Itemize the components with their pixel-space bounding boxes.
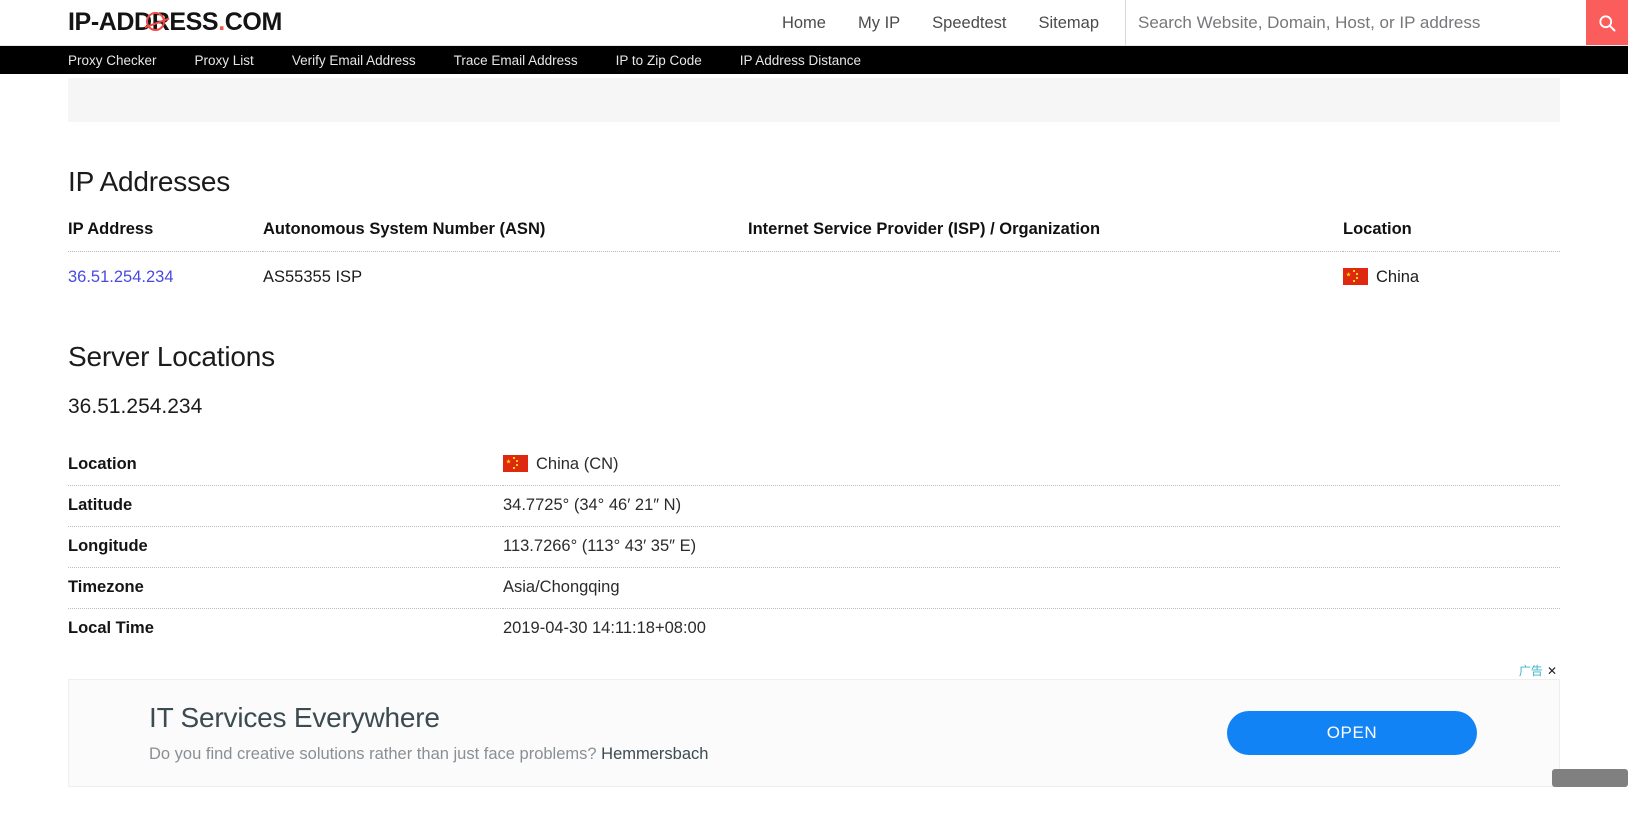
row-value-latitude: 34.7725° (34° 46′ 21″ N) [503,485,1560,527]
search-form [1125,0,1628,45]
cell-isp [748,252,1343,298]
subnav-item-proxy-checker[interactable]: Proxy Checker [68,53,157,68]
subnav-item-verify-email-address[interactable]: Verify Email Address [292,53,416,68]
location-country: China (CN) [536,455,619,473]
logo-part-3: COM [224,8,283,36]
row-value-longitude: 113.7266° (113° 43′ 35″ E) [503,526,1560,568]
column-header-isp: Internet Service Provider (ISP) / Organi… [748,220,1343,252]
horizontal-scrollbar-thumb[interactable] [1552,769,1628,787]
table-row-local-time: Local Time 2019-04-30 14:11:18+08:00 [68,609,1560,650]
row-value-location: China (CN) [503,445,1560,486]
subnav-item-proxy-list[interactable]: Proxy List [195,53,254,68]
ip-addresses-table: IP Address Autonomous System Number (ASN… [68,220,1560,297]
server-locations-heading: Server Locations [68,341,275,372]
search-input[interactable] [1126,0,1586,45]
advertisement-banner[interactable]: 广告 ✕ IT Services Everywhere Do you find … [68,664,1560,787]
close-icon[interactable]: ✕ [1547,664,1557,678]
column-header-asn: Autonomous System Number (ASN) [263,220,748,252]
table-row-location: Location China (CN) [68,445,1560,486]
cell-asn: AS55355 ISP [263,268,363,286]
column-header-location: Location [1343,220,1560,252]
row-label-location: Location [68,445,503,486]
cn-flag-icon [1343,268,1368,285]
search-icon [1599,14,1616,31]
ip-address-link[interactable]: 36.51.254.234 [68,268,174,286]
nav-item-my-ip[interactable]: My IP [842,1,916,45]
logo-part-2: DDRESS [116,8,219,36]
ip-addresses-heading: IP Addresses [68,166,231,197]
table-header-row: IP Address Autonomous System Number (ASN… [68,220,1560,252]
top-ad-slot [68,78,1560,122]
ad-subline-text: Do you find creative solutions rather th… [149,745,602,763]
row-label-local-time: Local Time [68,619,154,637]
row-value-timezone: Asia/Chongqing [503,567,1560,609]
row-label-latitude: Latitude [68,485,503,527]
row-label-longitude: Longitude [68,526,503,568]
table-row-timezone: Timezone Asia/Chongqing [68,567,1560,609]
ad-subline: Do you find creative solutions rather th… [149,745,708,764]
subnav-item-trace-email-address[interactable]: Trace Email Address [454,53,578,68]
column-header-ip-address: IP Address [68,220,263,252]
server-locations-table: Location China (CN) Latitude 34.7725° (3… [68,445,1560,649]
nav-item-sitemap[interactable]: Sitemap [1022,1,1115,45]
table-row-latitude: Latitude 34.7725° (34° 46′ 21″ N) [68,485,1560,527]
ad-brand: Hemmersbach [601,745,709,763]
ad-headline: IT Services Everywhere [149,702,440,733]
server-location-ip: 36.51.254.234 [68,395,203,418]
row-label-timezone: Timezone [68,567,503,609]
ad-label-text: 广告 [1518,664,1543,678]
ad-open-button[interactable]: OPEN [1227,711,1477,755]
logo-part-1: IP-A [68,8,117,36]
site-logo[interactable]: IP-ADDRESS.COM [68,8,282,37]
primary-nav: Home My IP Speedtest Sitemap [766,0,1628,45]
site-header: IP-ADDRESS.COM Home My IP Speedtest Site… [0,0,1628,46]
ad-label-group: 广告 ✕ [1519,662,1557,679]
search-button[interactable] [1586,0,1628,45]
table-row-longitude: Longitude 113.7266° (113° 43′ 35″ E) [68,526,1560,568]
table-row: 36.51.254.234 AS55355 ISP China [68,252,1560,298]
secondary-nav: Proxy Checker Proxy List Verify Email Ad… [0,46,1628,74]
subnav-item-ip-address-distance[interactable]: IP Address Distance [740,53,861,68]
nav-item-speedtest[interactable]: Speedtest [916,1,1022,45]
cell-location: China [1343,252,1560,298]
subnav-item-ip-to-zip-code[interactable]: IP to Zip Code [616,53,702,68]
page-content: IP Addresses IP Address Autonomous Syste… [0,78,1628,787]
cn-flag-icon [503,455,528,472]
cell-ip-address: 36.51.254.234 [68,252,263,298]
row-value-local-time: 2019-04-30 14:11:18+08:00 [503,619,706,637]
location-label: China [1376,268,1420,286]
ad-text-block: IT Services Everywhere Do you find creat… [69,702,708,764]
nav-item-home[interactable]: Home [766,1,842,45]
